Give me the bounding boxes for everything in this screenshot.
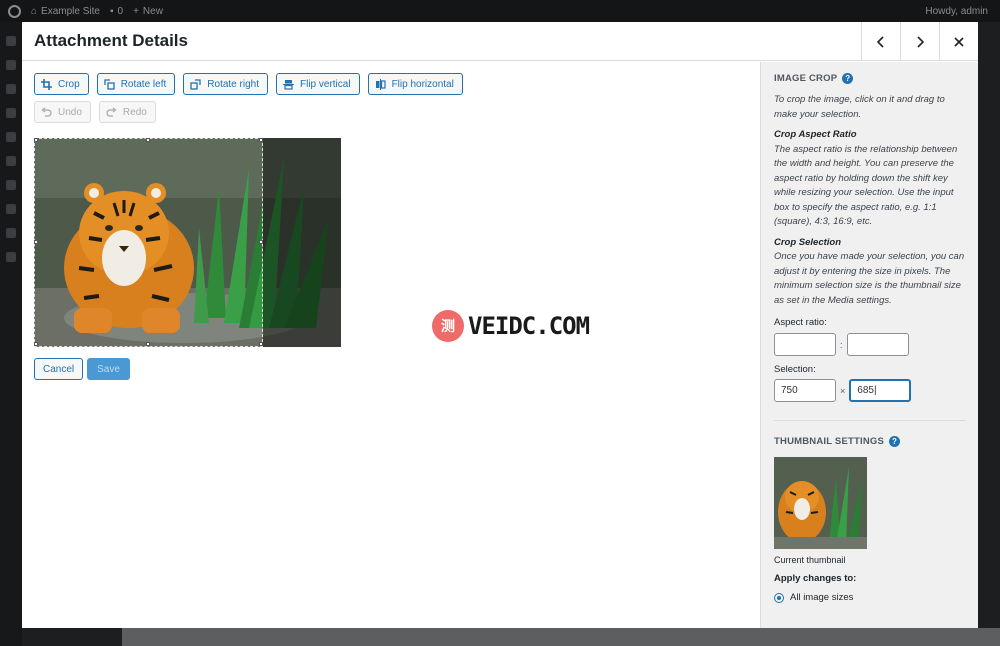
site-name-link[interactable]: ⌂ Example Site	[31, 6, 100, 17]
aspect-separator: :	[840, 339, 843, 350]
crop-handle-w[interactable]	[34, 240, 38, 244]
redo-button[interactable]: Redo	[98, 101, 156, 123]
media-icon	[6, 84, 16, 94]
plus-icon: +	[133, 5, 139, 17]
history-toolbar: Undo Redo	[34, 101, 156, 123]
flip-vertical-button[interactable]: Flip vertical	[275, 73, 360, 95]
crop-handle-s[interactable]	[146, 342, 150, 346]
modal-title: Attachment Details	[34, 31, 188, 50]
attachment-details-modal: Attachment Details Crop Rotate left Rota…	[22, 22, 978, 628]
next-button[interactable]	[900, 22, 939, 61]
save-button[interactable]: Save	[87, 358, 130, 380]
crop-selection-heading: Crop Selection	[774, 236, 842, 248]
crop-outside-shade	[263, 138, 341, 347]
redo-icon	[106, 106, 117, 117]
watermark-logo: 测	[432, 310, 464, 342]
crop-selection-text: Once you have made your selection, you c…	[774, 251, 965, 306]
image-crop-panel: Image Crop ? To crop the image, click on…	[760, 62, 978, 628]
aspect-ratio-fields: :	[774, 333, 966, 356]
chevron-right-icon	[917, 35, 925, 48]
thumbnail-settings-heading: Thumbnail Settings ?	[774, 436, 966, 447]
apply-option-all[interactable]: All image sizes	[774, 592, 966, 603]
admin-bar: ⌂ Example Site ▪ 0 + New Howdy, admin	[0, 0, 1000, 22]
crop-handle-se[interactable]	[259, 342, 263, 346]
watermark-text: VEIDC.COM	[468, 312, 590, 340]
aspect-ratio-heading: Crop Aspect Ratio	[774, 129, 857, 140]
flip-horizontal-icon	[375, 78, 386, 90]
crop-handle-sw[interactable]	[34, 342, 38, 346]
apply-changes-label: Apply changes to:	[774, 573, 857, 584]
editor-actions: Cancel Save	[34, 358, 130, 380]
crop-icon	[41, 78, 52, 90]
help-icon[interactable]: ?	[842, 73, 854, 84]
flip-horizontal-button[interactable]: Flip horizontal	[367, 73, 463, 95]
appearance-icon	[6, 156, 16, 166]
crop-handle-nw[interactable]	[34, 138, 38, 142]
tools-icon	[6, 228, 16, 238]
rotate-left-icon	[104, 78, 115, 90]
text-cursor: |	[873, 385, 877, 396]
comment-icon: ▪	[109, 5, 114, 17]
aspect-ratio-width-input[interactable]	[774, 333, 836, 356]
crop-handle-ne[interactable]	[259, 138, 263, 142]
current-thumbnail-image	[774, 457, 867, 549]
account-menu[interactable]: Howdy, admin	[925, 6, 988, 17]
rotate-left-button[interactable]: Rotate left	[96, 73, 176, 95]
current-thumbnail-caption: Current thumbnail	[774, 555, 846, 565]
undo-button[interactable]: Undo	[34, 101, 91, 123]
settings-icon	[6, 252, 16, 262]
comments-link[interactable]: ▪ 0	[110, 6, 123, 17]
selection-separator: ×	[840, 385, 846, 396]
crop-selection[interactable]	[34, 138, 263, 347]
page-background	[22, 628, 122, 646]
home-icon: ⌂	[31, 5, 38, 17]
pages-icon	[6, 108, 16, 118]
crop-canvas[interactable]	[34, 138, 341, 347]
crop-handle-e[interactable]	[259, 240, 263, 244]
users-icon	[6, 204, 16, 214]
help-icon[interactable]: ?	[889, 436, 901, 447]
close-icon	[954, 36, 964, 47]
dashboard-icon	[6, 36, 16, 46]
previous-button[interactable]	[861, 22, 900, 61]
undo-icon	[41, 106, 52, 117]
watermark: 测 VEIDC.COM	[432, 310, 590, 342]
aspect-ratio-label: Aspect ratio:	[774, 317, 827, 328]
editor-toolbar: Crop Rotate left Rotate right Flip verti…	[34, 73, 463, 95]
aspect-ratio-height-input[interactable]	[846, 333, 909, 356]
modal-nav	[861, 22, 978, 61]
new-content-link[interactable]: + New	[133, 6, 163, 17]
selection-label: Selection:	[774, 364, 816, 375]
radio-selected-icon[interactable]	[774, 592, 784, 603]
selection-fields: 750 × 685 |	[774, 379, 966, 402]
crop-handle-n[interactable]	[146, 138, 150, 142]
flip-vertical-icon	[282, 79, 294, 90]
chevron-left-icon	[876, 35, 884, 48]
crop-intro-text: To crop the image, click on it and drag …	[774, 94, 945, 120]
posts-icon	[6, 60, 16, 70]
image-crop-heading: Image Crop ?	[774, 73, 966, 84]
admin-sidebar	[0, 22, 22, 646]
close-button[interactable]	[939, 22, 978, 61]
image-editor: Crop Rotate left Rotate right Flip verti…	[22, 62, 760, 628]
section-divider	[774, 420, 966, 421]
cancel-button[interactable]: Cancel	[34, 358, 84, 380]
wordpress-logo-icon[interactable]	[8, 4, 21, 18]
modal-header: Attachment Details	[22, 22, 978, 61]
selection-width-input[interactable]: 750	[774, 379, 836, 402]
selection-height-input[interactable]: 685 |	[849, 379, 912, 402]
rotate-right-icon	[190, 78, 201, 90]
aspect-ratio-text: The aspect ratio is the relationship bet…	[774, 143, 958, 228]
thumbnail-photo	[774, 457, 867, 549]
crop-button[interactable]: Crop	[34, 73, 89, 95]
comments-icon	[6, 132, 16, 142]
rotate-right-button[interactable]: Rotate right	[183, 73, 268, 95]
page-background	[122, 628, 1000, 646]
plugins-icon	[6, 180, 16, 190]
